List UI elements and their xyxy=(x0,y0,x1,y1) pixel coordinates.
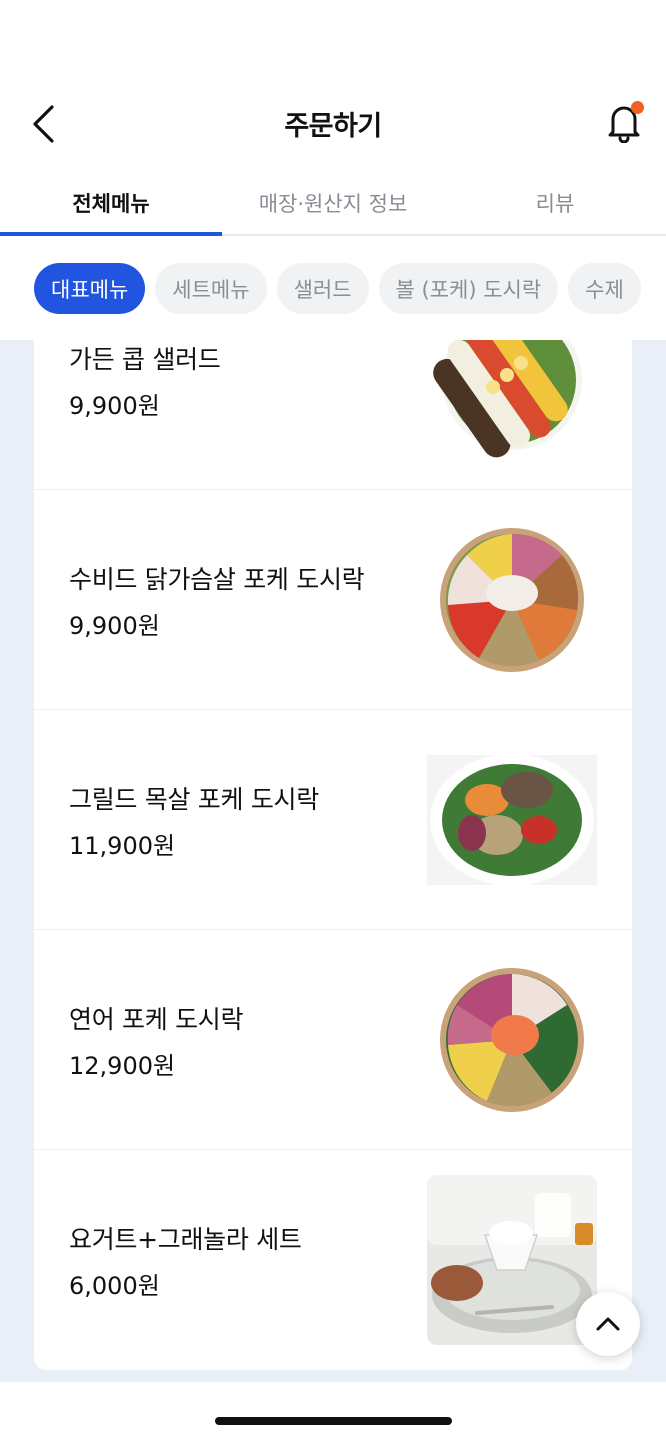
home-indicator[interactable] xyxy=(215,1417,452,1425)
menu-item[interactable]: 그릴드 목살 포케 도시락 11,900원 xyxy=(34,710,632,930)
menu-item-price: 9,900원 xyxy=(69,612,160,640)
category-chips: 대표메뉴 세트메뉴 샐러드 볼 (포케) 도시락 수제 xyxy=(34,263,641,314)
chip-salad[interactable]: 샐러드 xyxy=(276,263,369,314)
menu-item[interactable]: 요거트+그래놀라 세트 6,000원 xyxy=(34,1150,632,1370)
menu-item-price: 12,900원 xyxy=(69,1052,176,1080)
menu-item-name: 연어 포케 도시락 xyxy=(69,1005,244,1034)
menu-item-name: 가든 콥 샐러드 xyxy=(69,345,221,374)
page-title: 주문하기 xyxy=(284,111,382,142)
menu-item-name: 수비드 닭가슴살 포케 도시락 xyxy=(69,565,365,594)
chevron-up-icon xyxy=(596,1317,620,1331)
chicken-poke-bowl-image xyxy=(440,528,584,672)
menu-list-area: 가든 콥 샐러드 9,900원 수비드 닭가슴살 포케 도시락 9,900원 그… xyxy=(0,340,666,1382)
menu-item-price: 6,000원 xyxy=(69,1272,160,1300)
notification-button[interactable] xyxy=(598,96,650,148)
menu-item-name: 요거트+그래놀라 세트 xyxy=(69,1225,302,1254)
grilled-pork-poke-image xyxy=(427,754,597,886)
menu-item[interactable]: 연어 포케 도시락 12,900원 xyxy=(34,930,632,1150)
yogurt-granola-image xyxy=(427,1175,597,1345)
menu-item[interactable]: 수비드 닭가슴살 포케 도시락 9,900원 xyxy=(34,490,632,710)
menu-item[interactable]: 가든 콥 샐러드 9,900원 xyxy=(34,340,632,490)
tab-all-menu[interactable]: 전체메뉴 xyxy=(0,172,222,236)
menu-item-price: 11,900원 xyxy=(69,832,176,860)
menu-item-price: 9,900원 xyxy=(69,392,160,420)
chip-poke-bowl[interactable]: 볼 (포케) 도시락 xyxy=(378,263,559,314)
salmon-poke-bowl-image xyxy=(440,968,584,1112)
tab-reviews[interactable]: 리뷰 xyxy=(444,172,666,234)
notification-badge xyxy=(631,101,644,114)
garden-cobb-salad-image xyxy=(433,340,582,458)
tab-store-info[interactable]: 매장·원산지 정보 xyxy=(222,172,444,234)
scroll-to-top-button[interactable] xyxy=(576,1292,640,1356)
chip-handmade[interactable]: 수제 xyxy=(568,263,641,314)
tab-bar: 전체메뉴 매장·원산지 정보 리뷰 xyxy=(0,172,666,236)
chip-set-menu[interactable]: 세트메뉴 xyxy=(155,263,267,314)
app-header: 주문하기 전체메뉴 매장·원산지 정보 리뷰 대표메뉴 세트메뉴 샐러드 볼 (… xyxy=(0,0,666,340)
chip-signature[interactable]: 대표메뉴 xyxy=(34,263,146,314)
menu-item-name: 그릴드 목살 포케 도시락 xyxy=(69,785,319,814)
menu-list: 가든 콥 샐러드 9,900원 수비드 닭가슴살 포케 도시락 9,900원 그… xyxy=(34,340,632,1370)
bottom-safe-area xyxy=(0,1382,666,1440)
